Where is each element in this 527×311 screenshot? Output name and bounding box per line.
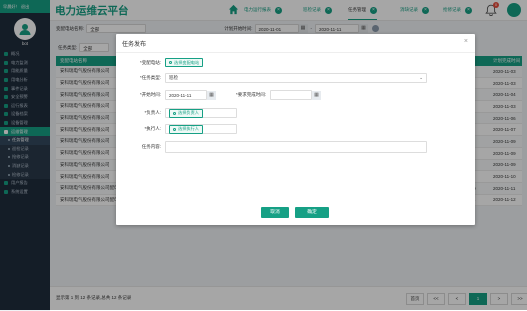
task-type-label: *任务类型: bbox=[139, 75, 161, 80]
select-station-text: 选择变配电站 bbox=[174, 59, 200, 65]
select-leader-text: 选择负责人 bbox=[178, 110, 199, 115]
start-time-label: *开始时间: bbox=[139, 92, 161, 97]
select-executor-button[interactable]: 选择执行人 bbox=[169, 124, 203, 134]
task-type-row: *任务类型: 巡检 ⌄ bbox=[116, 73, 427, 83]
dialog-title: 任务发布 bbox=[116, 34, 475, 53]
finish-time-input[interactable] bbox=[270, 90, 312, 100]
executor-field[interactable]: 选择执行人 bbox=[165, 124, 237, 134]
search-icon bbox=[169, 61, 172, 64]
close-icon[interactable]: × bbox=[464, 38, 468, 45]
search-icon bbox=[173, 111, 176, 115]
task-content-input[interactable] bbox=[165, 141, 427, 153]
select-station-button[interactable]: 选择变配电站 bbox=[165, 58, 204, 67]
executor-row: *执行人: 选择执行人 bbox=[116, 124, 237, 134]
start-time-value: 2020-11-11 bbox=[169, 92, 192, 98]
leader-field[interactable]: 选择负责人 bbox=[165, 108, 237, 118]
cancel-button[interactable]: 取消 bbox=[261, 207, 289, 218]
time-row: *开始时间: 2020-11-11 ▦ *要求完成时间: ▦ bbox=[116, 90, 321, 100]
executor-label: *执行人: bbox=[144, 126, 161, 131]
finish-time-label: *要求完成时间: bbox=[235, 92, 266, 97]
calendar-icon[interactable]: ▦ bbox=[207, 90, 216, 100]
content-row: 任务内容: bbox=[116, 141, 427, 153]
leader-row: *负责人: 选择负责人 bbox=[116, 108, 237, 118]
confirm-button[interactable]: 确定 bbox=[295, 207, 329, 218]
leader-label: *负责人: bbox=[144, 110, 161, 115]
start-time-input[interactable]: 2020-11-11 bbox=[165, 90, 207, 100]
select-executor-text: 选择执行人 bbox=[178, 126, 199, 131]
task-type-value: 巡检 bbox=[169, 75, 178, 80]
task-publish-dialog: 任务发布 × *变配电站: 选择变配电站 *任务类型: 巡检 ⌄ *开始时间: … bbox=[116, 34, 475, 225]
calendar-icon[interactable]: ▦ bbox=[312, 90, 321, 100]
select-leader-button[interactable]: 选择负责人 bbox=[169, 108, 203, 118]
task-type-select[interactable]: 巡检 ⌄ bbox=[165, 73, 427, 83]
search-icon bbox=[173, 127, 176, 131]
station-row: *变配电站: 选择变配电站 bbox=[116, 58, 204, 67]
chevron-down-icon: ⌄ bbox=[419, 75, 423, 80]
content-label: 任务内容: bbox=[141, 144, 161, 149]
station-label: *变配电站: bbox=[139, 59, 161, 65]
